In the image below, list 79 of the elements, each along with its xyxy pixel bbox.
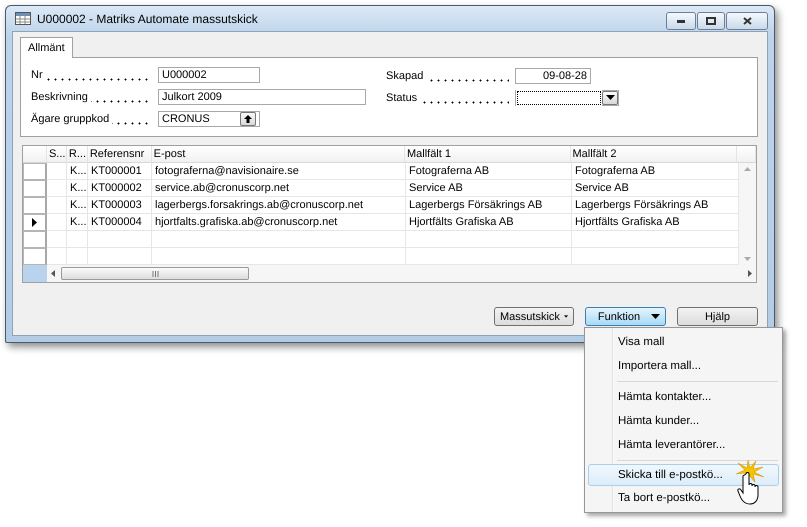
table-cell: Service AB [406, 180, 572, 197]
menu-button[interactable]: Funktion [585, 307, 666, 326]
maximize-button[interactable] [697, 12, 725, 30]
table-cell [88, 231, 152, 248]
table-cell [47, 180, 67, 197]
field-label: Beskrivning [31, 91, 91, 103]
menu-item[interactable]: Hämta kunder... [587, 409, 780, 433]
tab[interactable]: Allmänt [20, 37, 73, 58]
date-field[interactable]: 09-08-28 [515, 68, 591, 84]
column-header[interactable]: Mallfält 2 [570, 146, 738, 163]
scroll-thumb[interactable] [61, 267, 249, 280]
grid-corner [23, 265, 47, 282]
menu-item[interactable]: Skicka till e-postkö... [588, 464, 779, 486]
scroll-down-icon [744, 257, 751, 261]
menu-item[interactable]: Importera mall... [587, 354, 780, 378]
table-icon [15, 12, 31, 25]
table-cell: service.ab@cronuscorp.net [152, 180, 406, 197]
owner-group-field[interactable]: CRONUS [158, 110, 260, 127]
table-cell: KT000004 [88, 214, 152, 231]
vertical-scrollbar[interactable] [739, 163, 756, 265]
scroll-up-icon [744, 167, 751, 171]
menu-item[interactable]: Hämta leverantörer... [587, 433, 780, 457]
window-title: U000002 - Matriks Automate massutskick [37, 12, 259, 26]
close-button[interactable] [726, 12, 768, 30]
close-icon [742, 17, 752, 25]
minimize-icon [677, 20, 685, 22]
field-label: Ägare gruppkod [31, 112, 112, 125]
table-cell: K... [67, 197, 88, 214]
column-header[interactable]: R... [66, 146, 88, 163]
scroll-left-icon [51, 270, 55, 277]
header-corner [737, 146, 756, 163]
menu-item[interactable]: Visa mall [587, 330, 780, 354]
column-header[interactable]: Mallfält 1 [404, 146, 571, 163]
column-header[interactable]: S... [46, 146, 67, 163]
column-header[interactable]: E-post [152, 146, 405, 163]
table-cell [67, 231, 88, 248]
column-header[interactable]: Referensnr [88, 146, 152, 163]
table-cell: K... [67, 163, 88, 180]
table-cell: K... [67, 214, 88, 231]
table-cell [47, 197, 67, 214]
field-label: Status [386, 92, 420, 104]
table-cell: KT000001 [88, 163, 152, 180]
table-cell: Hjortfälts Grafiska AB [406, 214, 572, 231]
maximize-icon [706, 17, 716, 25]
header-corner [23, 146, 47, 163]
number-field[interactable]: U000002 [158, 67, 260, 84]
description-field[interactable]: Julkort 2009 [158, 89, 366, 105]
table-cell: Fotograferna AB [572, 163, 739, 180]
caret-icon [606, 95, 614, 100]
up-arrow-icon [244, 114, 252, 123]
table-cell: Hjortfälts Grafiska AB [572, 214, 739, 231]
table-cell: fotograferna@navisionaire.se [152, 163, 406, 180]
caret-icon [564, 314, 568, 319]
table-cell: Lagerbergs Försäkrings AB [406, 197, 572, 214]
grip-icon [152, 270, 158, 276]
table-cell: Lagerbergs Försäkrings AB [572, 197, 739, 214]
table-cell: Fotograferna AB [406, 163, 572, 180]
table-cell: lagerbergs.forsakrings.ab@cronuscorp.net [152, 197, 406, 214]
menu-button[interactable]: Massutskick [494, 307, 574, 326]
minimize-button[interactable] [666, 12, 696, 30]
horizontal-scrollbar[interactable] [47, 265, 756, 282]
table-cell [47, 163, 67, 180]
field-label: Skapad [386, 70, 426, 82]
current-row-icon [32, 218, 37, 227]
row-selector[interactable] [23, 214, 47, 231]
table-cell: K... [67, 180, 88, 197]
table-cell [47, 231, 67, 248]
scroll-right-icon [748, 270, 752, 277]
status-dropdown[interactable] [515, 90, 619, 106]
caret-icon [651, 314, 660, 319]
table-cell: Service AB [572, 180, 739, 197]
menu-item[interactable]: Hämta kontakter... [587, 385, 780, 409]
table-cell: KT000002 [88, 180, 152, 197]
menu-item[interactable]: Ta bort e-postkö... [587, 486, 780, 510]
table-cell [47, 214, 67, 231]
lookup-button[interactable] [240, 112, 256, 126]
table-cell: hjortfalts.grafiska.ab@cronuscorp.net [152, 214, 406, 231]
menu-button[interactable]: Hjälp [677, 307, 758, 326]
table-cell: KT000003 [88, 197, 152, 214]
